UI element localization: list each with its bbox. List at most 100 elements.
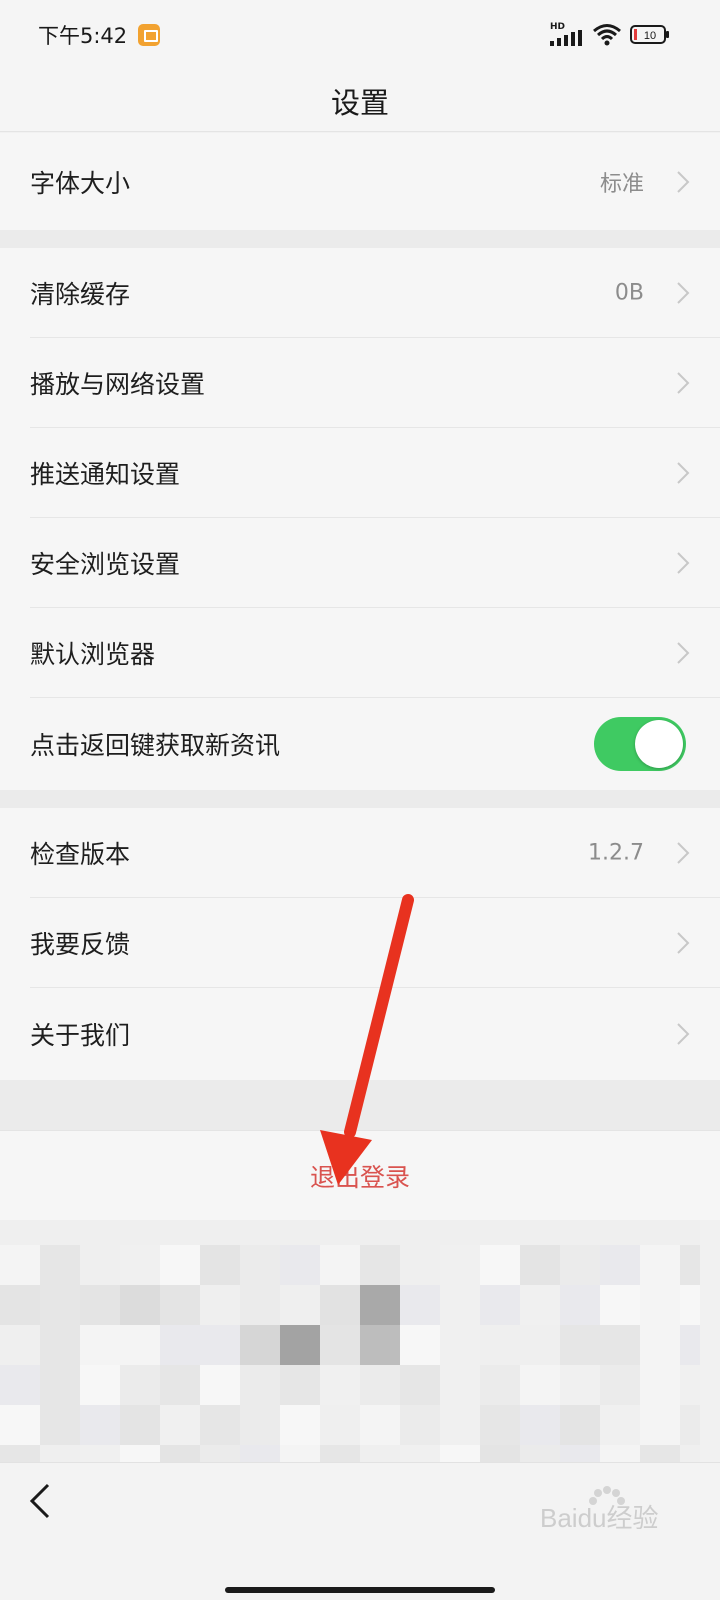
mosaic-tile (400, 1405, 440, 1445)
mosaic-tile (560, 1285, 600, 1325)
back-key-refresh-toggle[interactable] (594, 717, 686, 771)
mosaic-tile (440, 1445, 480, 1462)
mosaic-tile (40, 1245, 80, 1285)
mosaic-tile (0, 1365, 40, 1405)
mosaic-tile (280, 1445, 320, 1462)
mosaic-tile (0, 1405, 40, 1445)
baidu-jingyan-watermark: Baidu经验 (540, 1486, 659, 1533)
mosaic-tile (480, 1245, 520, 1285)
setting-feedback[interactable]: 我要反馈 (0, 898, 720, 988)
mosaic-tile (640, 1405, 680, 1445)
mosaic-tile (40, 1325, 80, 1365)
mosaic-tile (40, 1445, 80, 1462)
mosaic-tile (0, 1325, 40, 1365)
mosaic-tile (320, 1245, 360, 1285)
mosaic-tile (80, 1365, 120, 1405)
chevron-right-icon (677, 552, 690, 574)
mosaic-tile (400, 1445, 440, 1462)
mosaic-tile (640, 1445, 680, 1462)
chevron-right-icon (677, 170, 690, 193)
mosaic-tile (520, 1365, 560, 1405)
setting-value: 1.2.7 (588, 840, 644, 866)
mosaic-tile (360, 1405, 400, 1445)
setting-label: 关于我们 (30, 1021, 131, 1050)
mosaic-tile (320, 1285, 360, 1325)
mosaic-tile (680, 1285, 700, 1325)
setting-check-version[interactable]: 检查版本 1.2.7 (0, 808, 720, 898)
logout-label: 退出登录 (309, 1162, 410, 1192)
mosaic-tile (80, 1245, 120, 1285)
mosaic-tile (680, 1365, 700, 1405)
mosaic-tile (560, 1325, 600, 1365)
chevron-right-icon (677, 282, 690, 304)
mosaic-tile (520, 1285, 560, 1325)
mosaic-tile (560, 1445, 600, 1462)
mosaic-tile (120, 1325, 160, 1365)
mosaic-tile (440, 1245, 480, 1285)
mosaic-tile (680, 1445, 700, 1462)
mosaic-tile (0, 1445, 40, 1462)
back-arrow-icon[interactable] (20, 1481, 60, 1521)
mosaic-tile (360, 1365, 400, 1405)
mosaic-tile (240, 1285, 280, 1325)
mosaic-tile (0, 1245, 40, 1285)
mosaic-tile (360, 1245, 400, 1285)
setting-label: 检查版本 (30, 840, 131, 869)
setting-back-key-refresh: 点击返回键获取新资讯 (0, 698, 720, 790)
mosaic-tile (360, 1285, 400, 1325)
mosaic-tile (280, 1365, 320, 1405)
mosaic-tile (80, 1285, 120, 1325)
watermark-text: Baidu经验 (540, 1503, 659, 1533)
mosaic-tile (120, 1445, 160, 1462)
mosaic-tile (440, 1405, 480, 1445)
mosaic-tile (200, 1325, 240, 1365)
mosaic-tile (160, 1405, 200, 1445)
chevron-right-icon (677, 642, 690, 664)
mosaic-tile (160, 1245, 200, 1285)
setting-label: 点击返回键获取新资讯 (30, 731, 281, 760)
section-gap (0, 1080, 720, 1130)
mosaic-tile (80, 1405, 120, 1445)
mosaic-tile (480, 1445, 520, 1462)
mosaic-tile (440, 1325, 480, 1365)
setting-label: 安全浏览设置 (30, 550, 181, 579)
mosaic-tile (200, 1445, 240, 1462)
setting-default-browser[interactable]: 默认浏览器 (0, 608, 720, 698)
wifi-icon (593, 24, 621, 46)
mosaic-tile (360, 1445, 400, 1462)
mosaic-tile (640, 1285, 680, 1325)
mosaic-tile (680, 1245, 700, 1285)
mosaic-tile (600, 1365, 640, 1405)
mosaic-tile (240, 1445, 280, 1462)
setting-clear-cache[interactable]: 清除缓存 0B (0, 248, 720, 338)
setting-playback-network[interactable]: 播放与网络设置 (0, 338, 720, 428)
battery-level: 10 (644, 30, 656, 42)
setting-font-size[interactable]: 字体大小 标准 (0, 133, 720, 230)
logout-button[interactable]: 退出登录 (0, 1130, 720, 1220)
setting-label: 播放与网络设置 (30, 370, 206, 399)
mosaic-tile (680, 1325, 700, 1365)
status-time: 下午5:42 (38, 24, 128, 48)
mosaic-tile (280, 1405, 320, 1445)
home-indicator[interactable] (225, 1587, 495, 1593)
mosaic-tile (120, 1405, 160, 1445)
mosaic-tile (160, 1285, 200, 1325)
mosaic-tile (120, 1245, 160, 1285)
mosaic-tile (520, 1245, 560, 1285)
mosaic-tile (560, 1405, 600, 1445)
mosaic-tile (320, 1325, 360, 1365)
notification-app-icon (138, 24, 160, 46)
setting-label: 推送通知设置 (30, 460, 181, 489)
mosaic-tile (640, 1365, 680, 1405)
mosaic-tile (400, 1365, 440, 1405)
chevron-right-icon (677, 842, 690, 864)
setting-safe-browsing[interactable]: 安全浏览设置 (0, 518, 720, 608)
mosaic-tile (160, 1445, 200, 1462)
mosaic-tile (400, 1245, 440, 1285)
mosaic-tile (240, 1365, 280, 1405)
mosaic-tile (520, 1405, 560, 1445)
toggle-knob (635, 720, 683, 768)
setting-about-us[interactable]: 关于我们 (0, 988, 720, 1080)
chevron-right-icon (677, 932, 690, 954)
setting-push-notifications[interactable]: 推送通知设置 (0, 428, 720, 518)
